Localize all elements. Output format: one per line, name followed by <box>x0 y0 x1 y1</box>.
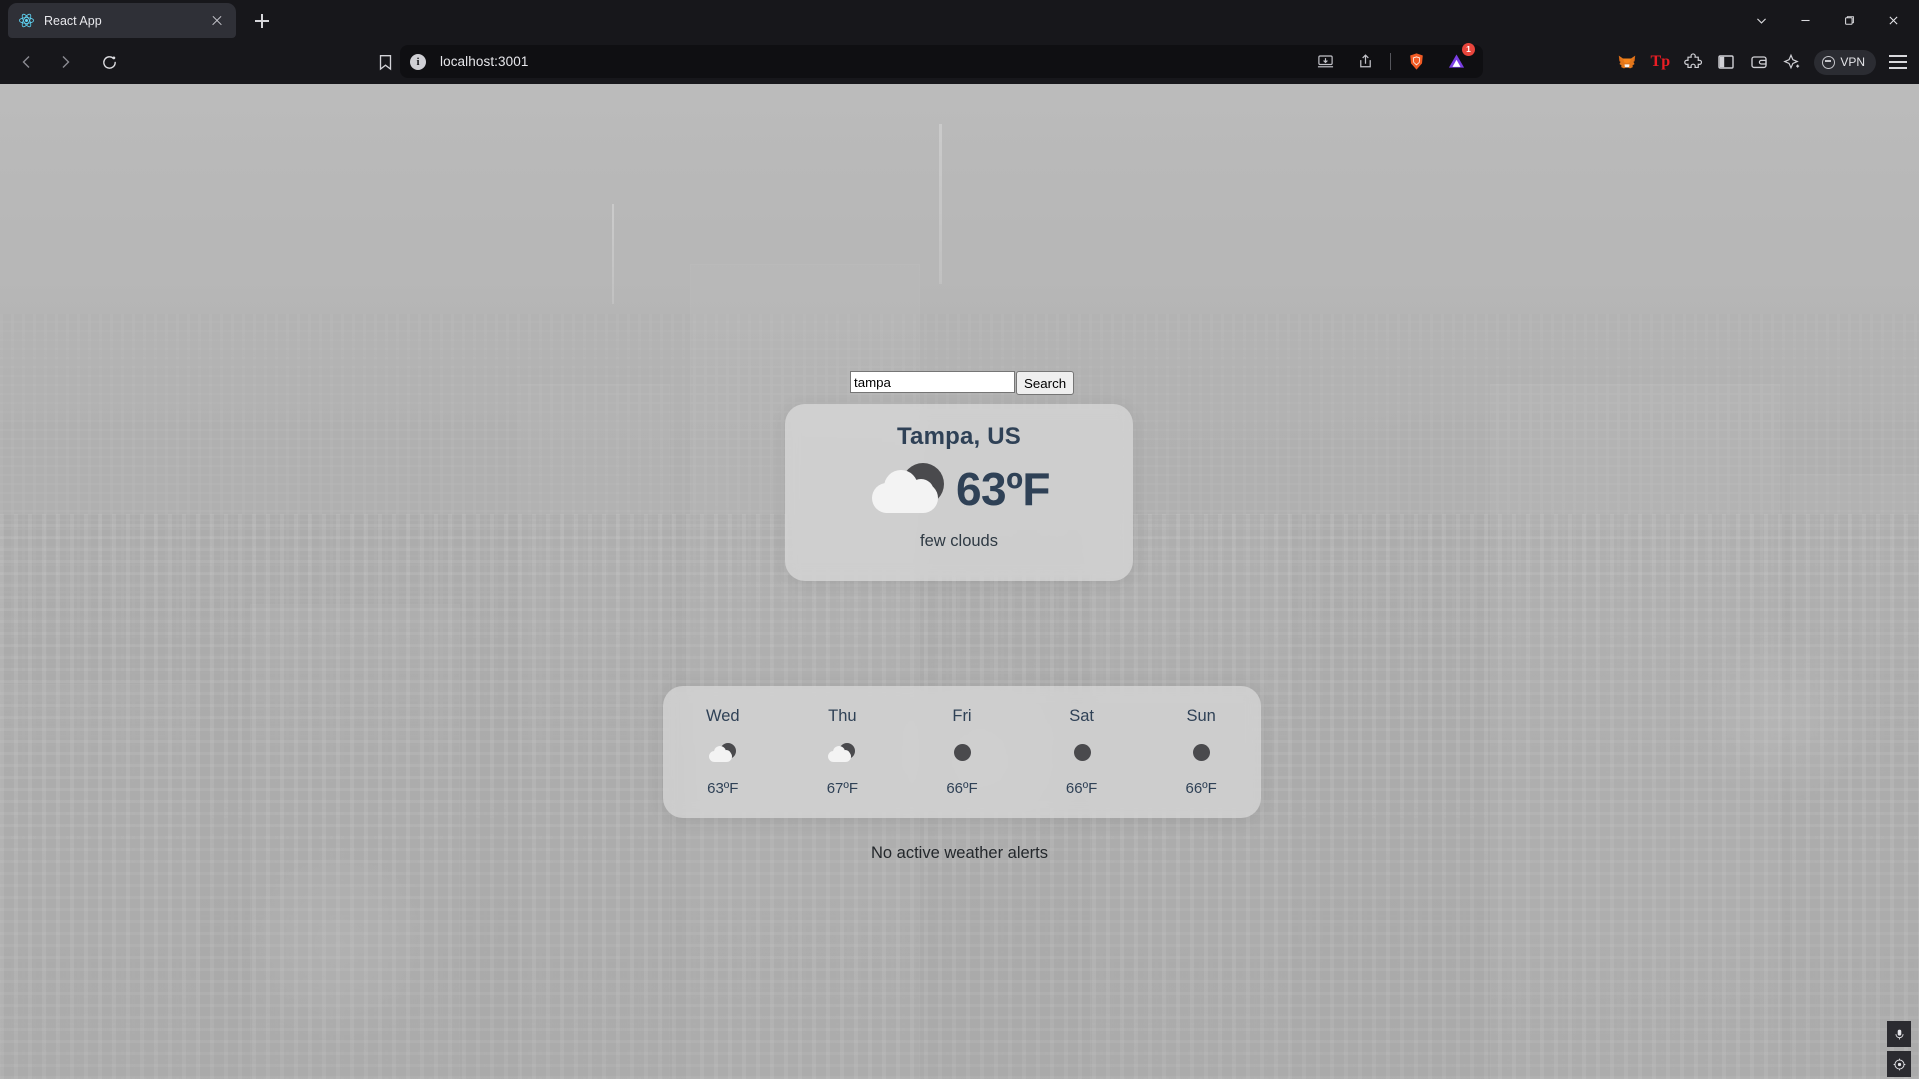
vpn-label: VPN <box>1840 55 1865 69</box>
city-name: Tampa, US <box>896 423 1022 450</box>
triangle-extension-icon[interactable]: 1 <box>1441 42 1475 77</box>
tab-strip: React App <box>0 0 1919 40</box>
bookmark-icon[interactable] <box>370 47 400 77</box>
weather-description: few clouds <box>920 532 998 550</box>
cloud-sun-icon <box>868 457 956 521</box>
tab-title: React App <box>44 13 102 28</box>
puzzle-icon[interactable] <box>1678 47 1708 77</box>
new-tab-button[interactable] <box>248 7 276 35</box>
forecast-day-name: Sun <box>1186 707 1216 725</box>
cloud-sun-icon <box>708 742 738 764</box>
microphone-button[interactable] <box>1887 1021 1911 1047</box>
weather-app: Search Tampa, US 63ºF few clouds <box>0 84 1919 1079</box>
forecast-day-name: Sat <box>1069 707 1094 725</box>
info-icon[interactable]: i <box>410 53 426 70</box>
forecast-day: Thu 67ºF <box>783 707 903 797</box>
current-temperature: 63ºF <box>955 463 1051 515</box>
forecast-day-temp: 66ºF <box>1065 780 1098 797</box>
browser-window: React App i localhost:3001 1 Tp VPN tamp… <box>0 0 1919 1079</box>
forecast-day-temp: 63ºF <box>707 780 739 797</box>
forecast-day-name: Wed <box>705 707 740 725</box>
wallet-icon[interactable] <box>1744 47 1774 77</box>
forecast-day: Sat 66ºF <box>1022 707 1142 797</box>
forecast-day: Wed 63ºF <box>663 707 783 797</box>
react-logo-icon <box>18 12 35 29</box>
vpn-shield-icon <box>1822 55 1836 69</box>
search-button[interactable]: Search <box>1016 371 1075 395</box>
address-bar-actions: 1 <box>1310 42 1475 77</box>
search-input[interactable] <box>850 371 1015 393</box>
tab-search-button[interactable] <box>1739 0 1783 40</box>
download-icon[interactable] <box>1310 47 1340 77</box>
close-icon[interactable] <box>208 12 226 30</box>
os-overlay-buttons <box>1887 1021 1911 1077</box>
toolbar-divider <box>1390 53 1391 70</box>
fox-icon[interactable] <box>1612 47 1642 77</box>
back-arrow-icon[interactable] <box>12 47 42 77</box>
minimize-button[interactable] <box>1783 0 1827 40</box>
browser-tab[interactable]: React App <box>8 3 236 38</box>
reload-icon[interactable] <box>94 47 124 77</box>
location-button[interactable] <box>1887 1051 1911 1077</box>
current-weather-row: 63ºF <box>868 457 1051 521</box>
weather-search-form: Search <box>850 371 1075 395</box>
cloud-sun-icon <box>827 742 857 764</box>
maximize-button[interactable] <box>1827 0 1871 40</box>
clear-sky-icon <box>1067 742 1097 764</box>
sparkle-icon[interactable] <box>1777 47 1807 77</box>
url-text: localhost:3001 <box>440 54 529 69</box>
page-viewport: Search Tampa, US 63ºF few clouds <box>0 84 1919 1079</box>
forward-arrow-icon[interactable] <box>50 47 80 77</box>
forecast-day-name: Fri <box>952 707 972 725</box>
forecast-day-name: Thu <box>828 707 857 725</box>
extension-badge-count: 1 <box>1462 42 1475 56</box>
tp-logo-icon[interactable]: Tp <box>1645 47 1675 77</box>
hamburger-menu-icon[interactable] <box>1883 47 1913 77</box>
clear-sky-icon <box>1186 742 1216 764</box>
forecast-card: Wed 63ºF Thu 67ºF Fri 66ºF Sat 66ºF Sun … <box>663 686 1261 818</box>
tp-logo-text: Tp <box>1650 53 1671 70</box>
share-icon[interactable] <box>1350 47 1380 77</box>
forecast-day-temp: 67ºF <box>826 780 859 797</box>
browser-chrome: React App i localhost:3001 1 Tp VPN <box>0 0 1919 84</box>
close-window-button[interactable] <box>1871 0 1915 40</box>
forecast-day-temp: 66ºF <box>1185 780 1217 797</box>
forecast-day: Fri 66ºF <box>902 707 1022 797</box>
window-controls <box>1739 0 1915 40</box>
address-bar[interactable]: i localhost:3001 1 <box>400 42 1483 78</box>
current-weather-card: Tampa, US 63ºF few clouds <box>785 404 1133 581</box>
clear-sky-icon <box>947 742 977 764</box>
browser-toolbar: Tp VPN <box>1612 40 1913 84</box>
sidebar-panel-icon[interactable] <box>1711 47 1741 77</box>
vpn-button[interactable]: VPN <box>1814 49 1876 75</box>
weather-alerts-text: No active weather alerts <box>871 844 1048 862</box>
forecast-day: Sun 66ºF <box>1141 707 1261 797</box>
brave-shields-icon[interactable] <box>1401 47 1431 77</box>
forecast-day-temp: 66ºF <box>946 780 978 797</box>
